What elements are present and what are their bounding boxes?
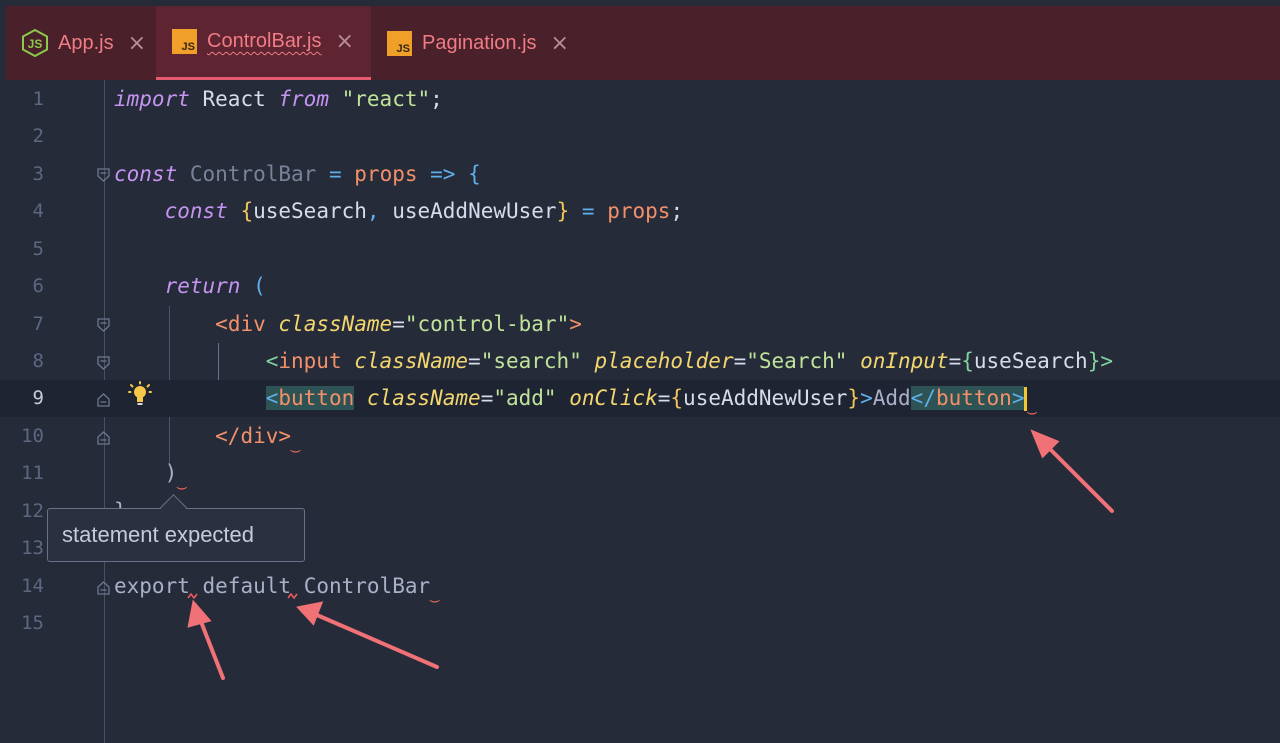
js-file-icon: JS — [172, 29, 197, 54]
line-number: 15 — [21, 612, 44, 634]
code-text: </div>‿ — [215, 424, 301, 453]
line-number: 5 — [32, 238, 44, 260]
code-text: const {useSearch, useAddNewUser} = props… — [164, 199, 684, 223]
tab-pagination-js[interactable]: JS Pagination.js × — [371, 6, 586, 80]
close-icon[interactable]: × — [128, 31, 146, 56]
line-number: 4 — [32, 200, 44, 222]
code-text: const ControlBar = props => { — [114, 162, 481, 186]
code-line: 11 )‿ — [0, 455, 1280, 492]
line-number: 11 — [21, 462, 44, 484]
code-line: 4 const {useSearch, useAddNewUser} = pro… — [0, 193, 1280, 230]
error-tooltip: statement expected — [47, 508, 305, 562]
code-text: <button className="add" onClick={useAddN… — [265, 386, 1037, 415]
code-line: 1 import React from "react"; — [0, 81, 1280, 118]
line-number: 10 — [21, 425, 44, 447]
code-text: return ( — [164, 274, 266, 298]
code-line: 15 — [0, 605, 1280, 642]
fold-end-icon[interactable] — [97, 393, 110, 407]
tab-controlbar-js[interactable]: JS ControlBar.js × — [156, 6, 371, 80]
fold-icon[interactable] — [97, 356, 110, 370]
tab-label: ControlBar.js — [207, 30, 322, 52]
close-icon[interactable]: × — [551, 31, 569, 56]
line-number: 9 — [32, 387, 44, 409]
line-number: 1 — [32, 88, 44, 110]
code-line: 3 const ControlBar = props => { — [0, 156, 1280, 193]
fold-icon[interactable] — [97, 168, 110, 182]
line-number: 2 — [32, 125, 44, 147]
code-text: import React from "react"; — [114, 87, 443, 111]
code-line: 8 <input className="search" placeholder=… — [0, 343, 1280, 380]
close-icon[interactable]: × — [336, 29, 354, 54]
tab-app-js[interactable]: JS App.js × — [6, 6, 156, 80]
code-editor[interactable]: 1 import React from "react"; 2 3 const C… — [0, 80, 1280, 743]
fold-end-icon[interactable] — [97, 581, 110, 595]
code-text: )‿ — [164, 461, 187, 490]
nodejs-icon: JS — [22, 29, 48, 57]
line-number: 6 — [32, 275, 44, 297]
code-line: 2 — [0, 118, 1280, 155]
error-squiggle — [187, 592, 298, 600]
line-number: 7 — [32, 313, 44, 335]
js-file-icon: JS — [387, 30, 412, 56]
code-text: <div className="control-bar"> — [215, 312, 582, 336]
code-line: 10 </div>‿ — [0, 418, 1280, 455]
editor-tab-bar: JS App.js × JS ControlBar.js × JS Pagina… — [6, 6, 1280, 80]
line-number: 12 — [21, 500, 44, 522]
code-line: 7 <div className="control-bar"> — [0, 306, 1280, 343]
code-line-current: 9 <button className="add" onClick={useAd… — [0, 380, 1280, 417]
code-line: 5 — [0, 231, 1280, 268]
fold-end-icon[interactable] — [97, 431, 110, 445]
tab-label: Pagination.js — [422, 31, 537, 54]
line-number: 3 — [32, 163, 44, 185]
line-number: 14 — [21, 575, 44, 597]
code-line: 6 return ( — [0, 268, 1280, 305]
lightbulb-icon[interactable] — [128, 381, 152, 409]
svg-text:JS: JS — [28, 37, 43, 51]
line-number: 8 — [32, 350, 44, 372]
code-text: <input className="search" placeholder="S… — [265, 349, 1113, 373]
tooltip-text: statement expected — [62, 522, 255, 547]
fold-icon[interactable] — [97, 318, 110, 332]
line-number: 13 — [21, 537, 44, 559]
tab-label: App.js — [58, 31, 114, 54]
